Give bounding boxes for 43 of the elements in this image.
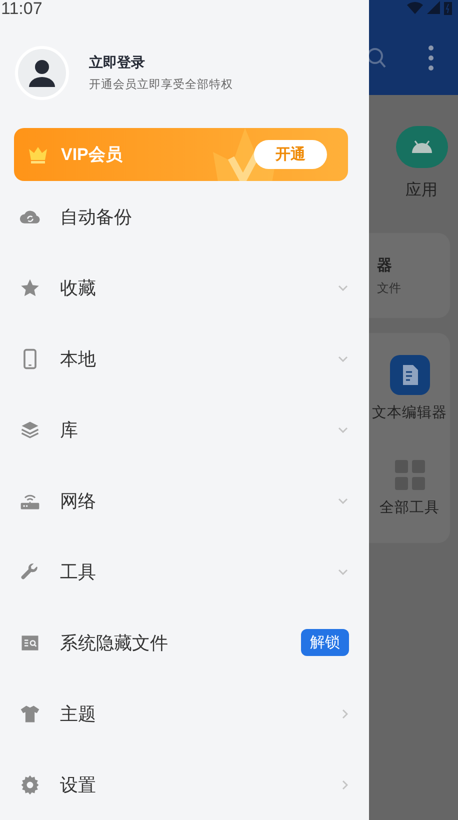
menu-label: 自动备份 <box>60 206 133 228</box>
android-icon <box>396 126 448 168</box>
menu-item[interactable]: 本地 <box>0 323 369 394</box>
chevron-down-icon <box>338 568 348 574</box>
chevron-right-icon <box>342 780 348 790</box>
menu-item[interactable]: 库 <box>0 394 369 465</box>
menu-item[interactable]: 工具 <box>0 536 369 607</box>
menu-item[interactable]: 主题 <box>0 678 369 749</box>
menu-item[interactable]: 收藏 <box>0 252 369 323</box>
grid-icon <box>394 460 424 490</box>
menu-label: 系统隐藏文件 <box>60 632 169 654</box>
status-time: 11:07 <box>0 0 42 18</box>
menu-label: 网络 <box>60 490 97 512</box>
chevron-down-icon <box>338 284 348 290</box>
settings-icon <box>19 774 41 796</box>
menu-label: 工具 <box>60 560 97 584</box>
crown-icon <box>28 146 48 164</box>
menu-item[interactable]: 自动备份 <box>0 181 369 252</box>
card-subtitle: 文件 <box>377 280 402 297</box>
person-icon <box>28 58 56 88</box>
menu-item[interactable]: 系统隐藏文件 解锁 <box>0 607 369 678</box>
menu-label: 收藏 <box>60 276 97 300</box>
search-icon <box>369 47 387 69</box>
document-icon <box>390 355 430 395</box>
chevron-down-icon <box>338 426 348 432</box>
card-title: 器 <box>377 256 393 275</box>
vip-label: VIP会员 <box>61 144 124 166</box>
chevron-right-icon <box>342 708 348 718</box>
chevron-down-icon <box>338 498 348 504</box>
menu-item[interactable]: 设置 <box>0 749 369 820</box>
menu-label: 库 <box>60 418 79 442</box>
chevron-down-icon <box>338 356 348 362</box>
app-label: 应用 <box>406 180 438 201</box>
signal-icon <box>427 1 440 14</box>
menu-label: 本地 <box>60 348 97 370</box>
unlock-button[interactable]: 解锁 <box>301 629 349 656</box>
menu-label: 主题 <box>60 702 97 726</box>
login-link[interactable]: 立即登录 <box>89 54 233 72</box>
account-subtitle: 开通会员立即享受全部特权 <box>89 77 233 92</box>
menu-label: 设置 <box>60 774 97 796</box>
more-icon <box>428 45 434 71</box>
menu-item[interactable]: 网络 <box>0 465 369 536</box>
wifi-icon <box>407 1 423 14</box>
